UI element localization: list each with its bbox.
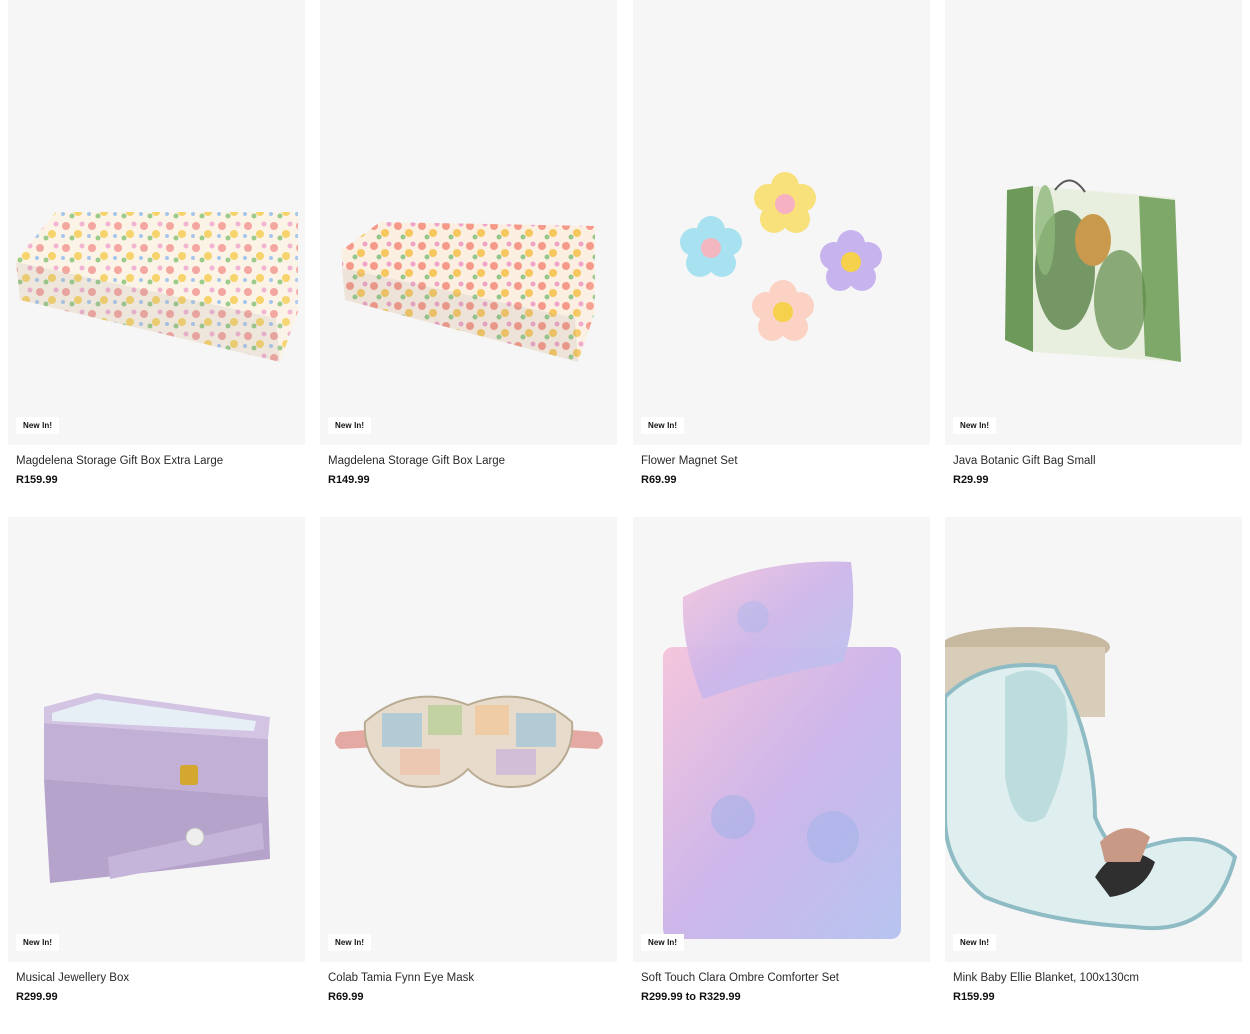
product-name[interactable]: Colab Tamia Fynn Eye Mask — [328, 972, 474, 984]
new-in-badge: New In! — [328, 934, 372, 951]
floral-gift-box-image — [342, 222, 595, 362]
product-card[interactable]: New In! Soft Touch Clara Ombre Comforter… — [633, 517, 930, 1003]
gift-bag-image — [1005, 179, 1181, 362]
product-price: R299.99 — [16, 991, 58, 1003]
product-image[interactable]: New In! — [945, 0, 1242, 445]
product-card[interactable]: New In! Mink Baby Ellie Blanket, 100x130… — [945, 517, 1242, 1003]
eye-mask-image — [335, 695, 603, 788]
product-price: R149.99 — [328, 474, 370, 486]
new-in-badge: New In! — [641, 417, 685, 434]
baby-blanket-image — [945, 627, 1238, 931]
product-price: R69.99 — [641, 474, 677, 486]
product-price: R159.99 — [16, 474, 58, 486]
product-card[interactable]: New In! Colab Tamia Fynn Eye Mask R69.99 — [320, 517, 617, 1003]
product-name[interactable]: Magdelena Storage Gift Box Extra Large — [16, 455, 223, 467]
product-price: R69.99 — [328, 991, 364, 1003]
product-name[interactable]: Java Botanic Gift Bag Small — [953, 455, 1096, 467]
new-in-badge: New In! — [16, 417, 60, 434]
floral-gift-box-image — [16, 212, 298, 362]
new-in-badge: New In! — [16, 934, 60, 951]
product-price: R159.99 — [953, 991, 995, 1003]
product-card[interactable]: New In! Java Botanic Gift Bag Small R29.… — [945, 0, 1242, 486]
product-image[interactable]: New In! — [8, 0, 305, 445]
new-in-badge: New In! — [641, 934, 685, 951]
comforter-set-image — [663, 561, 901, 939]
product-card[interactable]: New In! Magdelena Storage Gift Box Large… — [320, 0, 617, 486]
product-name[interactable]: Magdelena Storage Gift Box Large — [328, 455, 505, 467]
new-in-badge: New In! — [328, 417, 372, 434]
product-name[interactable]: Mink Baby Ellie Blanket, 100x130cm — [953, 972, 1139, 984]
product-image[interactable]: New In! — [945, 517, 1242, 962]
product-name[interactable]: Musical Jewellery Box — [16, 972, 129, 984]
product-image[interactable]: New In! — [633, 0, 930, 445]
product-name[interactable]: Soft Touch Clara Ombre Comforter Set — [641, 972, 839, 984]
product-image[interactable]: New In! — [320, 517, 617, 962]
product-image[interactable]: New In! — [320, 0, 617, 445]
flower-magnets-image — [680, 172, 882, 341]
product-card[interactable]: New In! Magdelena Storage Gift Box Extra… — [8, 0, 305, 486]
product-image[interactable]: New In! — [633, 517, 930, 962]
product-card[interactable]: New In! Musical Jewellery Box R299.99 — [8, 517, 305, 1003]
product-name[interactable]: Flower Magnet Set — [641, 455, 738, 467]
product-image[interactable]: New In! — [8, 517, 305, 962]
new-in-badge: New In! — [953, 417, 997, 434]
jewellery-box-image — [44, 693, 270, 883]
product-card[interactable]: New In! Flower Magnet Set R69.99 — [633, 0, 930, 486]
product-price: R29.99 — [953, 474, 989, 486]
product-price: R299.99 to R329.99 — [641, 991, 741, 1003]
new-in-badge: New In! — [953, 934, 997, 951]
